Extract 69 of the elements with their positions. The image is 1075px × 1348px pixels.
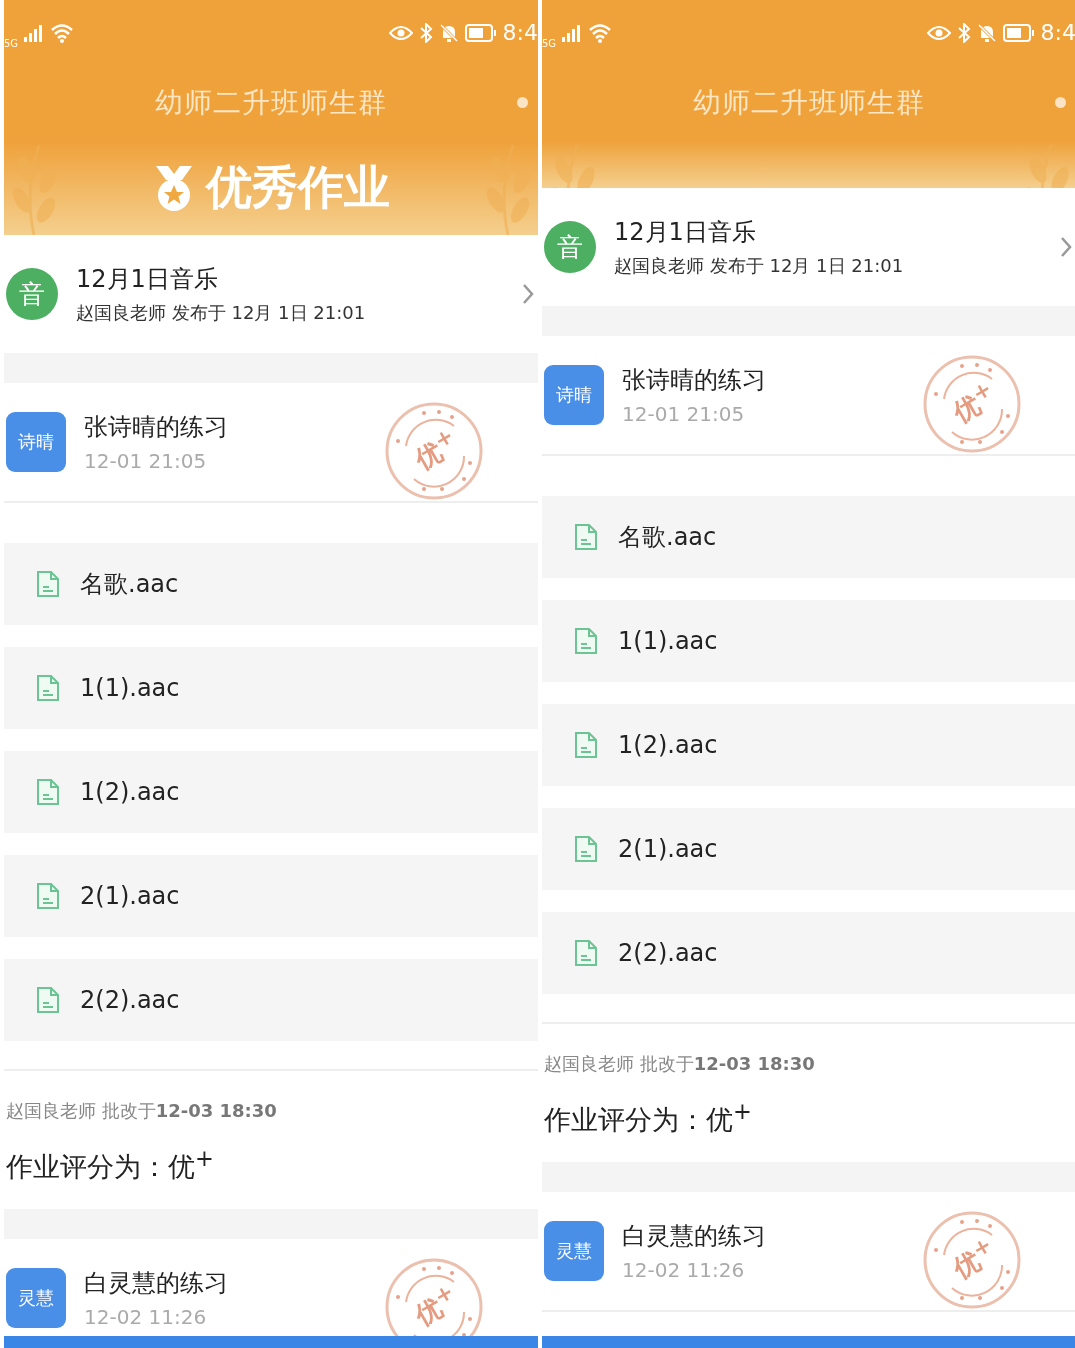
- network-label: 5G: [542, 38, 557, 49]
- bluetooth-icon: [418, 22, 433, 43]
- submission-time: 12-01 21:05: [84, 449, 208, 473]
- submission-time: 12-01 21:05: [622, 402, 746, 426]
- audio-file-item[interactable]: 2(2).aac: [4, 959, 538, 1041]
- battery-icon: [1002, 23, 1035, 42]
- file-icon: [574, 939, 598, 967]
- battery-icon: [464, 23, 497, 42]
- eye-icon: [926, 24, 951, 41]
- grade-text: 作业评分为：优$^{+}$: [544, 1098, 753, 1137]
- assignment-title: 12月1日音乐: [614, 217, 757, 248]
- audio-file-item[interactable]: 名歌.aac: [542, 496, 1075, 578]
- review-info: 赵国良老师 批改于12-03 18:30: [544, 1052, 816, 1076]
- audio-file-item[interactable]: 2(1).aac: [542, 808, 1075, 890]
- status-time: 8:4: [502, 20, 538, 45]
- submission-title[interactable]: 白灵慧的练习: [622, 1220, 766, 1252]
- file-icon: [36, 778, 60, 806]
- student-avatar: 灵慧: [6, 1268, 66, 1328]
- banner-title: 优秀作业: [206, 158, 390, 216]
- audio-file-item[interactable]: 1(1).aac: [542, 600, 1075, 682]
- group-title: 幼师二升班师生群: [693, 84, 925, 121]
- wifi-icon: [588, 22, 613, 43]
- bell-off-icon: [976, 22, 997, 43]
- audio-file-item[interactable]: 1(2).aac: [542, 704, 1075, 786]
- submission-time: 12-02 11:26: [84, 1305, 208, 1329]
- eye-icon: [388, 24, 413, 41]
- file-icon: [574, 835, 598, 863]
- group-title: 幼师二升班师生群: [155, 84, 387, 121]
- file-icon: [36, 570, 60, 598]
- file-icon: [574, 627, 598, 655]
- signal-icon: [24, 23, 45, 42]
- assignment-meta: 赵国良老师 发布于 12月 1日 21:01: [76, 301, 367, 325]
- subject-avatar: 音: [544, 221, 596, 273]
- assignment-title: 12月1日音乐: [76, 264, 219, 295]
- menu-dot-icon[interactable]: [1055, 97, 1066, 108]
- submission-time: 12-02 11:26: [622, 1258, 746, 1282]
- review-info: 赵国良老师 批改于12-03 18:30: [6, 1099, 278, 1123]
- file-icon: [36, 986, 60, 1014]
- file-icon: [574, 523, 598, 551]
- audio-file-item[interactable]: 2(2).aac: [542, 912, 1075, 994]
- bottom-bar[interactable]: [542, 1336, 1075, 1348]
- student-avatar: 诗晴: [544, 365, 604, 425]
- menu-dot-icon[interactable]: [517, 97, 528, 108]
- chevron-right-icon: [522, 283, 534, 305]
- file-icon: [36, 674, 60, 702]
- assignment-card[interactable]: 音 12月1日音乐 赵国良老师 发布于 12月 1日 21:01: [542, 188, 1075, 306]
- file-icon: [36, 882, 60, 910]
- audio-file-item[interactable]: 1(2).aac: [4, 751, 538, 833]
- status-time: 8:4: [1040, 20, 1075, 45]
- student-avatar: 诗晴: [6, 412, 66, 472]
- audio-file-item[interactable]: 名歌.aac: [4, 543, 538, 625]
- audio-file-item[interactable]: 1(1).aac: [4, 647, 538, 729]
- student-avatar: 灵慧: [544, 1221, 604, 1281]
- assignment-card[interactable]: 音 12月1日音乐 赵国良老师 发布于 12月 1日 21:01: [4, 235, 538, 353]
- submission-title[interactable]: 张诗晴的练习: [622, 364, 766, 396]
- submission-title[interactable]: 张诗晴的练习: [84, 411, 228, 443]
- bluetooth-icon: [956, 22, 971, 43]
- submission-title[interactable]: 白灵慧的练习: [84, 1267, 228, 1299]
- file-icon: [574, 731, 598, 759]
- subject-avatar: 音: [6, 268, 58, 320]
- chevron-right-icon: [1060, 236, 1072, 258]
- wifi-icon: [50, 22, 75, 43]
- grade-text: 作业评分为：优$^{+}$: [6, 1145, 215, 1184]
- assignment-meta: 赵国良老师 发布于 12月 1日 21:01: [614, 254, 905, 278]
- signal-icon: [562, 23, 583, 42]
- network-label: 5G: [4, 38, 19, 49]
- bell-off-icon: [438, 22, 459, 43]
- audio-file-item[interactable]: 2(1).aac: [4, 855, 538, 937]
- bottom-bar[interactable]: [4, 1336, 538, 1348]
